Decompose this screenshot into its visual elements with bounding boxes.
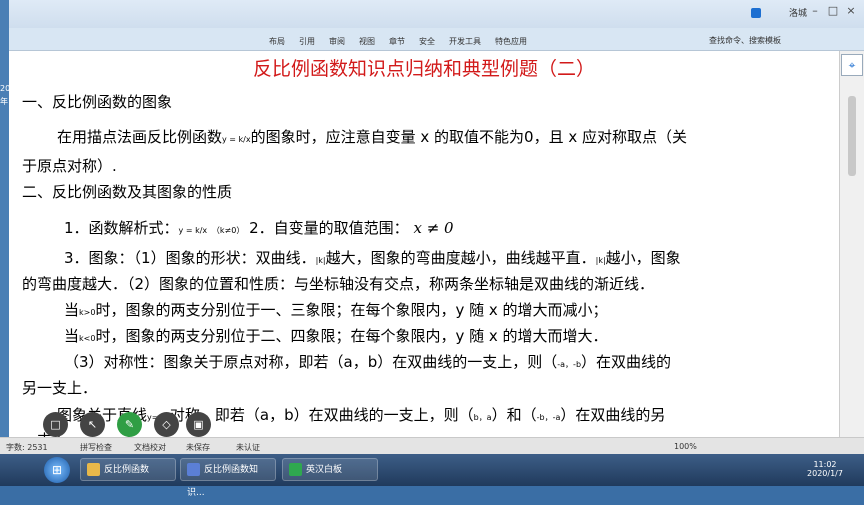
location-pin-icon[interactable]: ⌖ bbox=[841, 54, 863, 76]
screen-tool-icon[interactable]: □ bbox=[43, 412, 68, 437]
menu-item-references[interactable]: 引用 bbox=[299, 36, 315, 48]
vertical-scrollbar[interactable]: ⌖ bbox=[839, 51, 864, 437]
heading-1: 一、反比例函数的图象 bbox=[22, 93, 173, 111]
clock-time: 11:02 bbox=[813, 460, 837, 469]
text-span: 时，图象的两支分别位于二、四象限；在每个象限内，y 随 x 的增大而增大． bbox=[95, 327, 608, 345]
menu-item-devtools[interactable]: 开发工具 bbox=[449, 36, 481, 48]
taskbar-button-wps[interactable]: 反比例函数知识... bbox=[180, 458, 276, 498]
taskbar-button-whiteboard[interactable]: 英汉白板 bbox=[282, 458, 378, 481]
taskbar-button-label: 反比例函数 bbox=[104, 465, 150, 475]
abs-k: |k| bbox=[315, 256, 326, 265]
text-span: ）在双曲线的 bbox=[581, 353, 672, 371]
taskbar-button-folder[interactable]: 反比例函数 bbox=[80, 458, 176, 481]
text-span: 当 bbox=[64, 301, 80, 319]
paragraph-1-cont: 于原点对称）. bbox=[22, 157, 117, 175]
item-1: 1．函数解析式：y = k/x （k≠0） 2．自变量的取值范围： x ≠ 0 bbox=[64, 217, 454, 238]
formula-y-k-x: y = k/x bbox=[222, 135, 251, 144]
text-span: 当 bbox=[64, 327, 80, 345]
condition-k-nonzero: （k≠0） bbox=[211, 226, 245, 235]
eraser-tool-icon[interactable]: ◇ bbox=[154, 412, 179, 437]
cond-k-gt-0: k>0 bbox=[79, 308, 96, 317]
item-3-cont: 的弯曲度越大．（2）图象的位置和性质：与坐标轴没有交点，称两条坐标轴是双曲线的渐… bbox=[22, 275, 655, 293]
point-neg-b-neg-a: -b，-a bbox=[536, 413, 561, 422]
case-k-negative: 当k<0时，图象的两支分别位于二、四象限；在每个象限内，y 随 x 的增大而增大… bbox=[64, 325, 608, 346]
user-name[interactable]: 洛城 bbox=[789, 6, 807, 19]
menu-item-section[interactable]: 章节 bbox=[389, 36, 405, 48]
start-button-icon[interactable]: ⊞ bbox=[44, 457, 70, 483]
unsaved-indicator: 未保存 bbox=[186, 443, 210, 452]
pointer-tool-icon[interactable]: ↖ bbox=[80, 412, 105, 437]
screenshot-tool-icon[interactable]: ▣ bbox=[186, 412, 211, 437]
point-neg-a-neg-b: -a，-b bbox=[557, 360, 582, 369]
text-span: ）在双曲线的另 bbox=[560, 406, 666, 424]
line-symmetry: 图象关于直线y=±x对称，即若（a，b）在双曲线的一支上，则（b，a）和（-b，… bbox=[57, 404, 665, 425]
text-span: 在用描点法画反比例函数 bbox=[57, 128, 223, 146]
text-span: 时，图象的两支分别位于一、三象限；在每个象限内，y 随 x 的增大而减小； bbox=[95, 301, 608, 319]
paragraph-1: 在用描点法画反比例函数y = k/x的图象时，应注意自变量 x 的取值不能为0，… bbox=[57, 126, 687, 147]
menu-bar: 布局 引用 审阅 视图 章节 安全 开发工具 特色应用 bbox=[269, 36, 527, 48]
restore-button[interactable]: □ bbox=[825, 4, 841, 17]
wps-ribbon: 洛城 – □ × 布局 引用 审阅 视图 章节 安全 开发工具 特色应用 查找命… bbox=[9, 0, 864, 51]
pen-tool-icon[interactable]: ✎ bbox=[117, 412, 142, 437]
status-bar: 字数: 2531 拼写检查 文档校对 未保存 未认证 100% bbox=[0, 437, 864, 455]
folder-icon bbox=[87, 463, 100, 476]
menu-item-features[interactable]: 特色应用 bbox=[495, 36, 527, 48]
heading-2: 二、反比例函数及其图象的性质 bbox=[22, 183, 233, 201]
text-span: 2．自变量的取值范围： bbox=[249, 219, 409, 237]
abs-k: |k| bbox=[595, 256, 606, 265]
menu-item-security[interactable]: 安全 bbox=[419, 36, 435, 48]
cond-k-lt-0: k<0 bbox=[79, 334, 96, 343]
user-icon[interactable] bbox=[751, 8, 761, 18]
menu-item-view[interactable]: 视图 bbox=[359, 36, 375, 48]
word-count[interactable]: 字数: 2531 bbox=[6, 442, 48, 453]
doc-check[interactable]: 文档校对 bbox=[134, 442, 166, 453]
text-span: 越大，图象的弯曲度越小，曲线越平直． bbox=[325, 249, 596, 267]
taskbar: ⊞ 反比例函数 反比例函数知识... 英汉白板 11:02 2020/1/7 bbox=[0, 454, 864, 498]
text-span: （3）对称性：图象关于原点对称，即若（a，b）在双曲线的一支上，则（ bbox=[64, 353, 558, 371]
point-b-a: b，a bbox=[473, 413, 492, 422]
range-formula: x ≠ 0 bbox=[413, 219, 454, 237]
command-search[interactable]: 查找命令、搜索模板 bbox=[709, 35, 781, 46]
text-span: 1．函数解析式： bbox=[64, 219, 179, 237]
wps-writer-icon bbox=[187, 463, 200, 476]
whiteboard-icon bbox=[289, 463, 302, 476]
taskbar-button-label: 英汉白板 bbox=[306, 465, 343, 475]
symmetry-line-cont: 另一支上． bbox=[22, 379, 98, 397]
desktop-strip: 2020 年 bbox=[0, 0, 20, 462]
formula-y-k-x-2: y = k/x bbox=[178, 226, 208, 235]
text-span: 3．图象：（1）图象的形状：双曲线． bbox=[64, 249, 316, 267]
scroll-thumb[interactable] bbox=[848, 96, 856, 176]
document-title: 反比例函数知识点归纳和典型例题（二） bbox=[252, 58, 595, 80]
desktop-side-char: 年 bbox=[0, 97, 8, 106]
text-span: 对称，即若（a，b）在双曲线的一支上，则（ bbox=[169, 406, 474, 424]
title-bar: 洛城 – □ × bbox=[9, 0, 864, 28]
text-span: ）和（ bbox=[491, 406, 537, 424]
clock-date: 2020/1/7 bbox=[807, 469, 843, 478]
spell-check[interactable]: 拼写检查 bbox=[80, 442, 112, 453]
text-span: 的图象时，应注意自变量 x 的取值不能为0，且 x 应对称取点（关 bbox=[250, 128, 687, 146]
zoom-level[interactable]: 100% bbox=[674, 442, 697, 451]
menu-item-review[interactable]: 审阅 bbox=[329, 36, 345, 48]
system-clock[interactable]: 11:02 2020/1/7 bbox=[805, 460, 845, 478]
document-page[interactable]: 反比例函数知识点归纳和典型例题（二） 一、反比例函数的图象 在用描点法画反比例函… bbox=[9, 51, 839, 437]
menu-item-layout[interactable]: 布局 bbox=[269, 36, 285, 48]
symmetry-line: （3）对称性：图象关于原点对称，即若（a，b）在双曲线的一支上，则（-a，-b）… bbox=[64, 351, 671, 372]
close-button[interactable]: × bbox=[843, 4, 859, 17]
item-3: 3．图象：（1）图象的形状：双曲线．|k|越大，图象的弯曲度越小，曲线越平直．|… bbox=[64, 247, 681, 268]
uncertified-indicator: 未认证 bbox=[236, 443, 260, 452]
case-k-positive: 当k>0时，图象的两支分别位于一、三象限；在每个象限内，y 随 x 的增大而减小… bbox=[64, 299, 608, 320]
minimize-button[interactable]: – bbox=[807, 4, 823, 17]
text-span: 越小，图象 bbox=[605, 249, 681, 267]
